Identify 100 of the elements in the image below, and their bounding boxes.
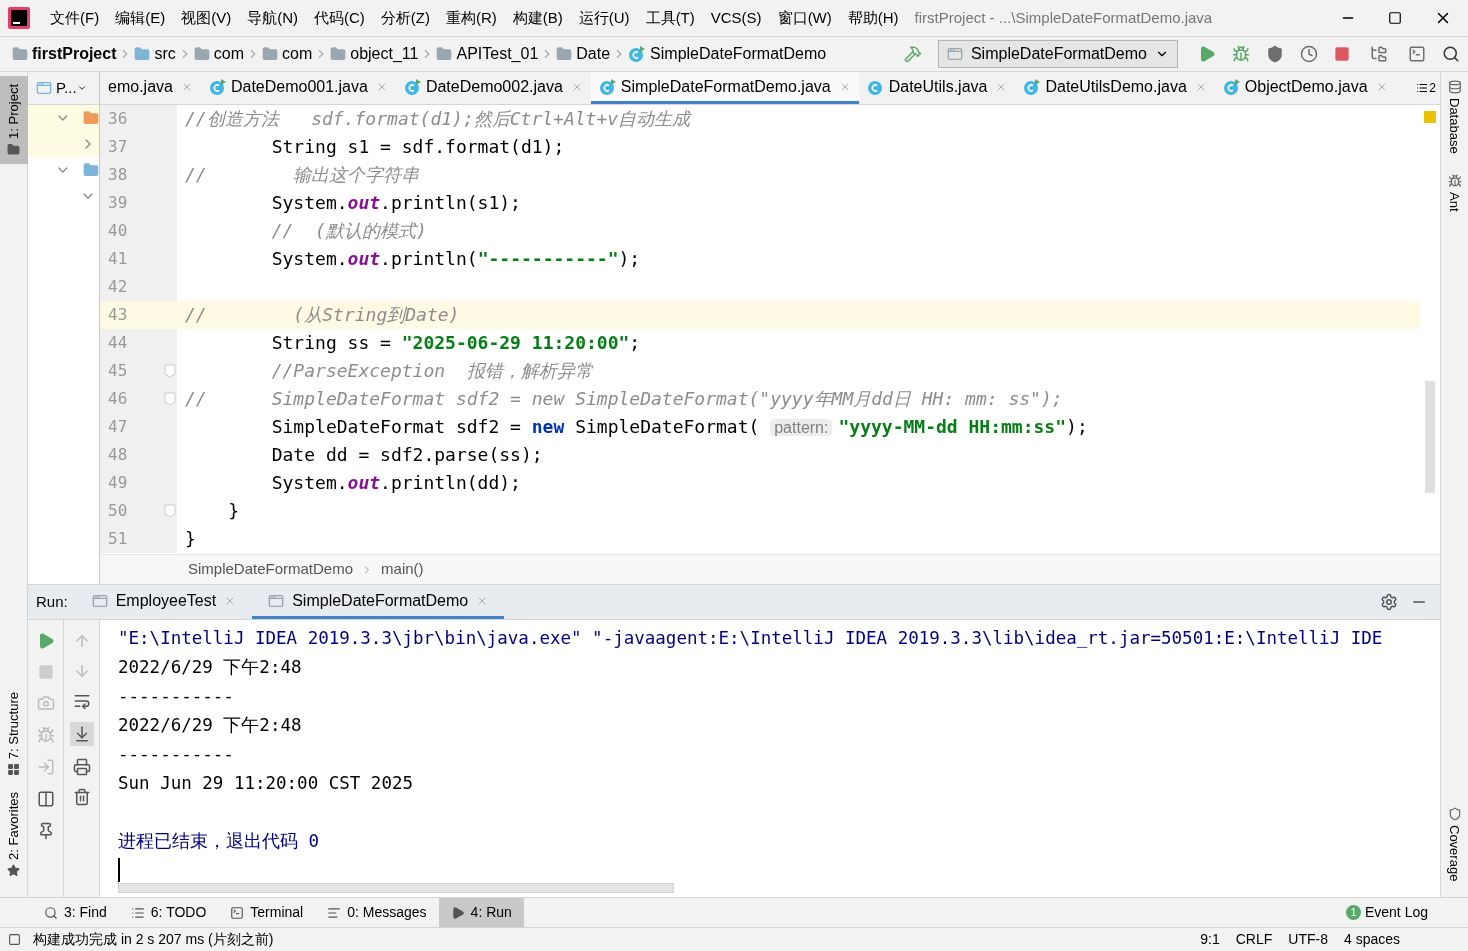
project-view-dropdown[interactable]: P... xyxy=(56,76,87,100)
menu-item[interactable]: 工具(T) xyxy=(637,6,703,30)
breadcrumb-item[interactable]: SimpleDateFormatDemo xyxy=(628,42,827,66)
config-icon xyxy=(91,592,108,609)
menu-item[interactable]: 文件(F) xyxy=(42,6,108,30)
profiler-icon[interactable] xyxy=(1300,45,1318,63)
project-structure-icon[interactable] xyxy=(1370,45,1388,63)
editor-tab[interactable]: SimpleDateFormatDemo.java xyxy=(590,72,859,104)
line-number: 36 xyxy=(107,108,129,130)
structure-icon xyxy=(7,763,20,777)
editor-tab[interactable]: ObjectDemo.java xyxy=(1214,72,1396,104)
menu-item[interactable]: 帮助(H) xyxy=(839,6,907,30)
run-config-dropdown[interactable]: SimpleDateFormatDemo xyxy=(937,40,1178,68)
console-line: "E:\IntelliJ IDEA 2019.3.3\jbr\bin\java.exe" "-javaagent:E:\IntelliJ IDEA 2019.3.3\lib\idea_rt.jar=50501:E:\IntelliJ IDE xyxy=(118,627,1384,650)
tool-window-tab[interactable]: 7: Structure xyxy=(0,683,28,785)
tool-window-tab[interactable]: Ant xyxy=(1444,173,1465,212)
search-icon[interactable] xyxy=(1442,45,1460,63)
folder-icon xyxy=(134,46,151,62)
camera-icon[interactable] xyxy=(36,694,55,712)
status-item[interactable]: 4 spaces xyxy=(1335,929,1408,950)
code-token: System. xyxy=(270,192,348,213)
line-number: 40 xyxy=(107,220,129,242)
fold-marker-icon[interactable] xyxy=(164,364,176,378)
debug-icon[interactable] xyxy=(1232,45,1250,63)
breadcrumb-item[interactable]: object_11 xyxy=(330,42,419,66)
tool-tab[interactable]: 0: Messages xyxy=(315,898,439,927)
menu-item[interactable]: 构建(B) xyxy=(504,6,571,30)
scrollbar[interactable] xyxy=(1425,381,1435,493)
code-token: // (从String到Date) xyxy=(185,304,460,325)
trash-icon[interactable] xyxy=(72,788,91,806)
editor-tab[interactable]: DateDemo001.java xyxy=(200,72,396,104)
status-item[interactable]: CRLF xyxy=(1227,929,1281,950)
tool-window-tab[interactable]: 2: Favorites xyxy=(0,784,28,885)
menu-item[interactable]: 代码(C) xyxy=(306,6,373,30)
line-number: 49 xyxy=(107,472,129,494)
scroll-to-end-button[interactable] xyxy=(69,722,94,746)
breadcrumb-item[interactable]: com xyxy=(262,42,313,66)
runnable-class-icon xyxy=(1222,77,1241,96)
maximize-icon[interactable] xyxy=(1388,11,1402,25)
tool-window-tab[interactable]: Coverage xyxy=(1444,806,1465,881)
code-token: //ParseException 报错，解析异常 xyxy=(270,360,593,381)
menu-item[interactable]: 导航(N) xyxy=(239,6,306,30)
run-icon xyxy=(450,905,465,920)
menu-item[interactable]: 视图(V) xyxy=(173,6,240,30)
tool-tab[interactable]: 4: Run xyxy=(438,898,524,927)
fold-marker-icon[interactable] xyxy=(164,504,176,518)
code-token: out xyxy=(347,472,381,493)
window-icon[interactable] xyxy=(1408,45,1426,63)
messages-icon xyxy=(327,905,342,920)
menu-item[interactable]: 运行(U) xyxy=(570,6,638,30)
editor-tab[interactable]: DateUtilsDemo.java xyxy=(1015,72,1215,104)
tab-overflow[interactable]: 2 xyxy=(1416,72,1440,104)
runnable-class-icon xyxy=(598,77,617,96)
coverage-icon[interactable] xyxy=(1266,45,1284,63)
breadcrumb-item[interactable]: main() xyxy=(381,558,424,581)
run-icon[interactable] xyxy=(1198,45,1216,63)
breadcrumb-item[interactable]: Date xyxy=(556,42,611,66)
code-token: "yyyy-MM-dd HH:mm:ss" xyxy=(838,415,1067,437)
line-number: 47 xyxy=(107,416,129,438)
code-token: } xyxy=(185,528,196,549)
stop-icon[interactable] xyxy=(37,664,54,680)
tool-window-tab[interactable]: Database xyxy=(1444,80,1465,154)
breadcrumb-item[interactable]: APITest_01 xyxy=(436,42,539,66)
login-icon[interactable] xyxy=(36,758,55,776)
layout-icon[interactable] xyxy=(36,790,55,808)
status-icon[interactable] xyxy=(8,933,21,946)
breadcrumb-item[interactable]: firstProject xyxy=(12,42,117,66)
menu-item[interactable]: VCS(S) xyxy=(702,6,770,30)
status-item[interactable]: 9:1 xyxy=(1192,929,1228,950)
tree-row[interactable] xyxy=(28,105,99,131)
notification-count: 1 xyxy=(1345,905,1361,920)
settings-icon[interactable] xyxy=(1380,593,1398,611)
bug-icon[interactable] xyxy=(36,726,55,744)
menu-item[interactable]: 编辑(E) xyxy=(107,6,174,30)
build-icon[interactable] xyxy=(903,45,922,63)
status-item[interactable]: UTF-8 xyxy=(1280,929,1336,950)
editor-tab[interactable]: emo.java xyxy=(100,72,201,104)
editor-tab[interactable]: DateDemo002.java xyxy=(395,72,591,104)
code-token: .println( xyxy=(380,248,478,269)
editor-tab[interactable]: DateUtils.java xyxy=(858,72,1016,104)
run-tab[interactable]: EmployeeTest xyxy=(75,585,253,619)
wrap-icon[interactable] xyxy=(72,692,91,710)
fold-marker-icon[interactable] xyxy=(164,392,176,406)
horizontal-scrollbar[interactable] xyxy=(118,883,674,893)
tool-tab[interactable]: 3: Find xyxy=(32,898,119,927)
tool-window-tab[interactable]: 1: Project xyxy=(0,76,28,164)
menu-item[interactable]: 窗口(W) xyxy=(769,6,840,30)
code-token: System. xyxy=(270,248,348,269)
breadcrumb-item[interactable]: com xyxy=(193,42,245,66)
menu-item[interactable]: 重构(R) xyxy=(437,6,505,30)
breadcrumb-item[interactable]: src xyxy=(134,42,176,66)
stop-icon[interactable] xyxy=(1334,46,1350,62)
tool-tab[interactable]: 6: TODO xyxy=(118,898,219,927)
tool-tab[interactable]: Terminal xyxy=(218,898,316,927)
event-log-button[interactable]: 1 Event Log xyxy=(1345,898,1468,927)
console-line: 2022/6/29 下午2:48 xyxy=(118,714,303,737)
breadcrumb-item[interactable]: SimpleDateFormatDemo xyxy=(188,558,354,581)
print-icon[interactable] xyxy=(72,758,91,776)
menu-item[interactable]: 分析(Z) xyxy=(372,6,438,30)
folder-icon xyxy=(262,46,279,62)
